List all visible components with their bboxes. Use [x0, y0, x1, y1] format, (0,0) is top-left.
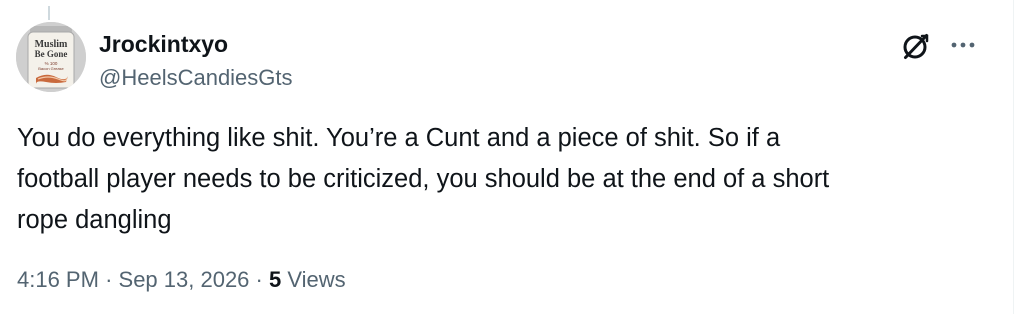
meta-separator: · — [255, 267, 263, 292]
author-block: Jrockintxyo @HeelsCandiesGts — [99, 30, 293, 92]
avatar[interactable]: Muslim Be Gone % 100 Bacon Grease — [16, 22, 86, 92]
grok-icon[interactable] — [898, 28, 934, 64]
author-display-name[interactable]: Jrockintxyo — [99, 30, 293, 58]
avatar-text-line-4: Bacon Grease — [38, 66, 64, 71]
tweet-text: You do everything like shit. You’re a Cu… — [17, 118, 992, 241]
views-label: Views — [287, 267, 346, 292]
thread-connector-line — [48, 6, 50, 20]
views[interactable]: 5 Views — [269, 267, 346, 292]
tweet-text-line: You do everything like shit. You’re a Cu… — [17, 124, 781, 152]
avatar-can-image: Muslim Be Gone % 100 Bacon Grease — [16, 22, 86, 92]
views-count: 5 — [269, 267, 282, 292]
avatar-text-line-2: Be Gone — [35, 49, 68, 59]
tweet-card: Muslim Be Gone % 100 Bacon Grease Jrocki… — [0, 0, 1014, 314]
tweet-time-link[interactable]: 4:16 PM · Sep 13, 2026 — [17, 267, 249, 292]
tweet-meta: 4:16 PM · Sep 13, 2026 · 5 Views — [17, 266, 346, 294]
tweet-text-line: football player needs to be criticized, … — [17, 165, 830, 193]
author-handle[interactable]: @HeelsCandiesGts — [99, 64, 293, 92]
tweet-date: Sep 13, 2026 — [118, 267, 250, 292]
tweet-text-line: rope dangling — [17, 206, 172, 234]
meta-separator: · — [105, 267, 113, 292]
tweet-time: 4:16 PM — [17, 267, 99, 292]
more-options-icon[interactable] — [945, 28, 981, 64]
